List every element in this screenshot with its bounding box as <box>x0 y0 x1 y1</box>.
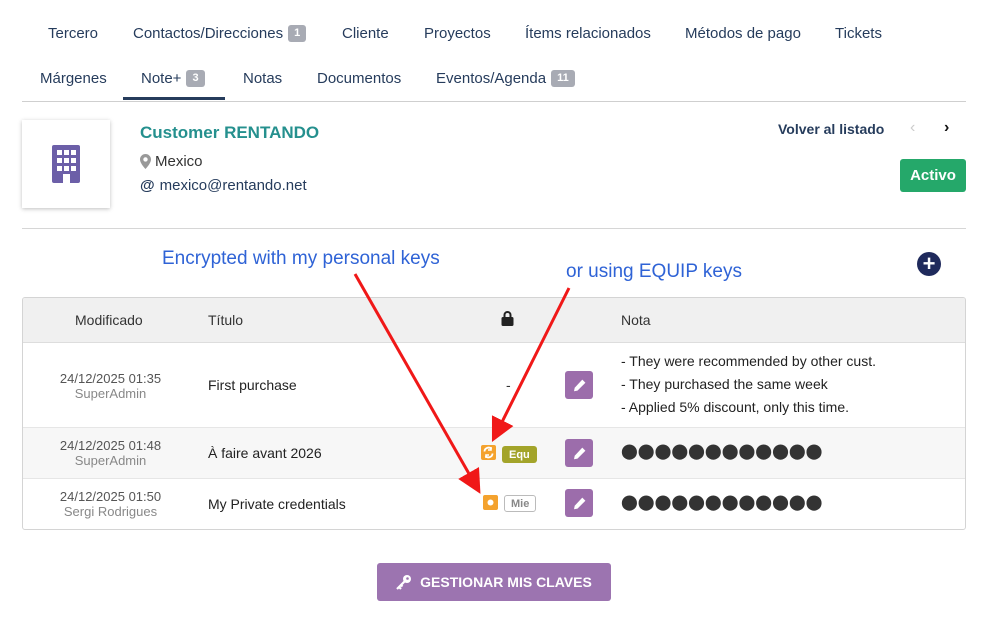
equip-key-tag: Equ <box>502 446 537 463</box>
manage-keys-button[interactable]: GESTIONAR MIS CLAVES <box>377 563 611 601</box>
pencil-icon <box>573 379 585 391</box>
row-note: - They were recommended by other cust. -… <box>621 350 876 419</box>
lock-icon <box>501 311 514 329</box>
table-row: 24/12/2025 01:50 Sergi Rodrigues My Priv… <box>23 479 965 529</box>
tab-label: Documentos <box>317 69 402 87</box>
row-user: Sergi Rodrigues <box>63 504 158 519</box>
tab-notas[interactable]: Notas <box>243 67 282 89</box>
count-badge: 3 <box>186 69 205 87</box>
key-icon <box>396 575 412 590</box>
tab-label: Tercero <box>48 24 99 42</box>
note-line: - They were recommended by other cust. <box>621 353 876 369</box>
tab-tickets[interactable]: Tickets <box>835 22 882 44</box>
tab-label: Métodos de pago <box>685 24 801 42</box>
tab-metodos-pago[interactable]: Métodos de pago <box>685 22 801 44</box>
row-user: SuperAdmin <box>74 386 147 401</box>
row-date: 24/12/2025 01:50 <box>59 489 162 504</box>
company-logo <box>22 120 110 208</box>
tab-label: Eventos/Agenda <box>436 69 547 87</box>
company-name: Customer RENTANDO <box>140 123 320 142</box>
note-line: - Applied 5% discount, only this time. <box>621 399 850 415</box>
tab-label: Ítems relacionados <box>525 24 651 42</box>
tab-label: Tickets <box>835 24 882 42</box>
edit-button[interactable] <box>565 371 593 399</box>
encrypted-note: ⬤⬤⬤⬤⬤⬤⬤⬤⬤⬤⬤⬤ <box>621 443 823 460</box>
row-user: SuperAdmin <box>74 453 147 468</box>
plus-circle-icon[interactable]: + <box>917 252 941 276</box>
divider <box>22 228 966 229</box>
personal-key-tag: Mie <box>504 495 537 512</box>
tab-documentos[interactable]: Documentos <box>317 67 401 89</box>
row-modified: 24/12/2025 01:50 Sergi Rodrigues <box>23 489 198 519</box>
tab-label: Note+ <box>141 69 182 87</box>
country-label: Mexico <box>155 153 203 170</box>
tab-eventos-agenda[interactable]: Eventos/Agenda 11 <box>436 67 575 89</box>
header-note[interactable]: Nota <box>621 312 651 328</box>
at-icon: @ <box>140 177 155 194</box>
row-modified: 24/12/2025 01:48 SuperAdmin <box>23 438 198 468</box>
row-date: 24/12/2025 01:35 <box>59 371 162 386</box>
tab-label: Notas <box>243 69 283 87</box>
tab-label: Contactos/Direcciones <box>133 24 284 42</box>
personal-key-icon <box>483 495 498 510</box>
back-to-list-link[interactable]: Volver al listado <box>778 121 884 137</box>
active-tab-indicator <box>123 97 225 100</box>
tab-items-relacionados[interactable]: Ítems relacionados <box>525 22 651 44</box>
row-title[interactable]: À faire avant 2026 <box>208 445 322 461</box>
group-key-icon <box>481 445 496 460</box>
status-badge: Activo <box>900 159 966 192</box>
map-marker-icon <box>140 154 151 169</box>
tab-cliente[interactable]: Cliente <box>342 22 389 44</box>
company-country: Mexico <box>140 153 203 170</box>
annotation-equip-keys: or using EQUIP keys <box>566 261 743 282</box>
tab-label: Cliente <box>342 24 389 42</box>
tab-proyectos[interactable]: Proyectos <box>424 22 491 44</box>
count-badge: 1 <box>288 24 307 42</box>
edit-button[interactable] <box>565 489 593 517</box>
encryption-none: - <box>506 377 511 393</box>
notes-table: Modificado Título Nota 24/12/2025 01:35 … <box>22 297 966 530</box>
table-row: 24/12/2025 01:35 SuperAdmin First purcha… <box>23 343 965 428</box>
chevron-right-icon[interactable]: › <box>944 119 949 137</box>
count-badge: 11 <box>551 69 575 87</box>
tab-tercero[interactable]: Tercero <box>48 22 98 44</box>
tab-bar: Tercero Contactos/Direcciones 1 Cliente P… <box>22 0 966 102</box>
row-date: 24/12/2025 01:48 <box>59 438 162 453</box>
tab-contactos[interactable]: Contactos/Direcciones 1 <box>133 22 307 44</box>
annotation-personal-keys: Encrypted with my personal keys <box>162 248 440 269</box>
building-icon <box>52 145 80 183</box>
tab-margenes[interactable]: Márgenes <box>40 67 107 89</box>
pencil-icon <box>573 447 585 459</box>
tab-label: Márgenes <box>40 69 107 87</box>
email-label: mexico@rentando.net <box>159 177 307 194</box>
encrypted-note: ⬤⬤⬤⬤⬤⬤⬤⬤⬤⬤⬤⬤ <box>621 494 823 511</box>
row-modified: 24/12/2025 01:35 SuperAdmin <box>23 371 198 401</box>
table-header: Modificado Título Nota <box>23 298 965 343</box>
note-line: - They purchased the same week <box>621 376 828 392</box>
pencil-icon <box>573 497 585 509</box>
row-title[interactable]: My Private credentials <box>208 496 346 512</box>
row-title[interactable]: First purchase <box>208 377 297 393</box>
tab-note-plus[interactable]: Note+ 3 <box>141 67 205 89</box>
chevron-left-icon[interactable]: ‹ <box>910 119 915 137</box>
edit-button[interactable] <box>565 439 593 467</box>
header-modified[interactable]: Modificado <box>75 312 143 328</box>
company-email[interactable]: @ mexico@rentando.net <box>140 177 307 194</box>
tab-label: Proyectos <box>424 24 491 42</box>
table-row: 24/12/2025 01:48 SuperAdmin À faire avan… <box>23 428 965 479</box>
header-title[interactable]: Título <box>208 312 243 328</box>
manage-keys-label: GESTIONAR MIS CLAVES <box>420 574 592 590</box>
